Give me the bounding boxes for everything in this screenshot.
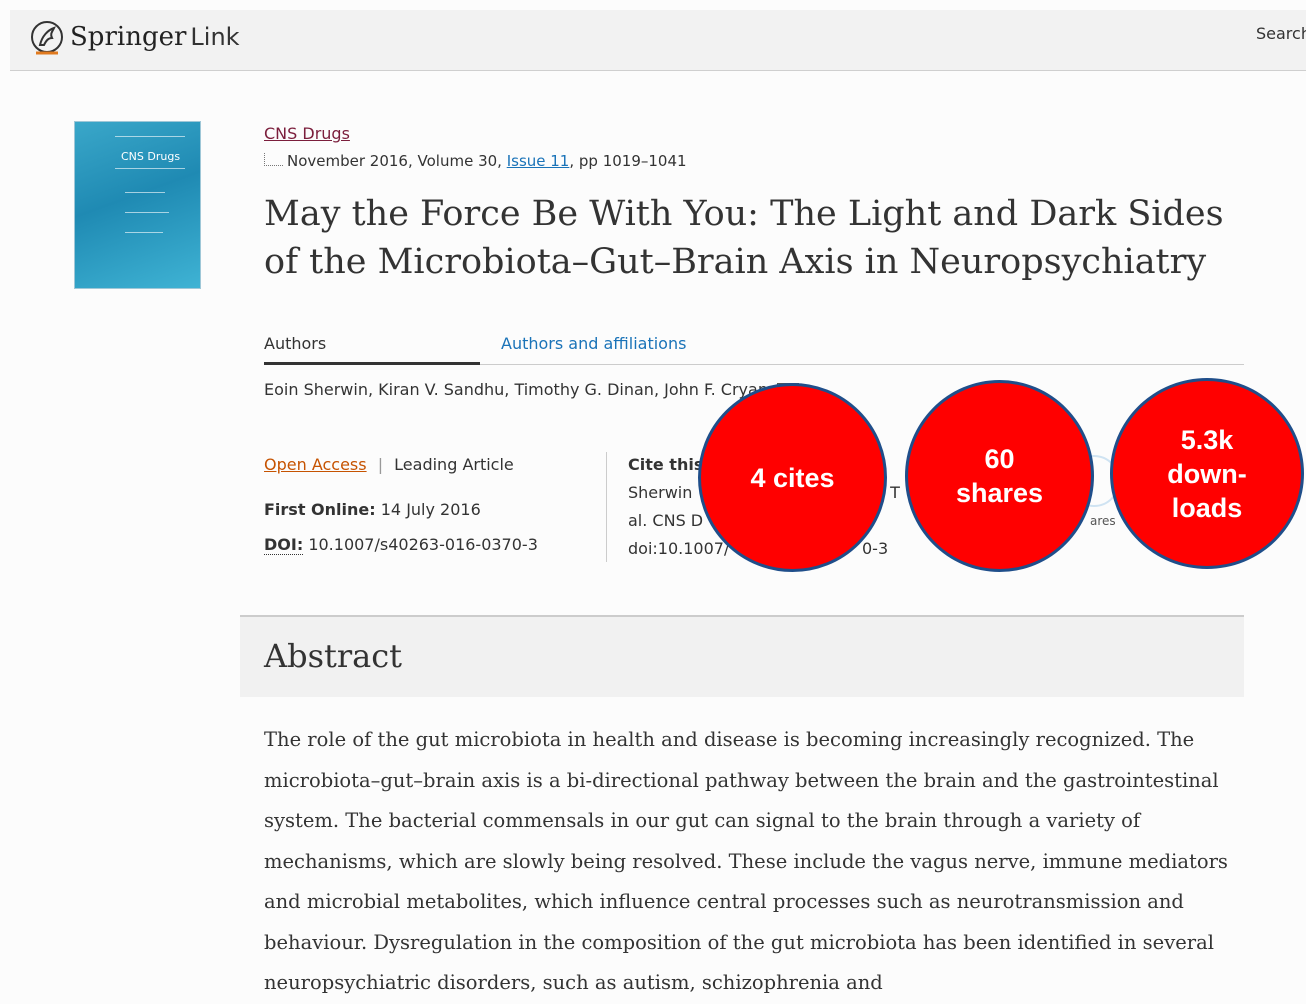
separator: | bbox=[377, 455, 384, 474]
abstract-heading: Abstract bbox=[264, 637, 403, 675]
cite-fragment-3: 0-3 bbox=[862, 539, 889, 558]
springer-horse-icon bbox=[31, 21, 63, 55]
abstract-text: The role of the gut microbiota in health… bbox=[264, 728, 1228, 994]
abstract-header: Abstract bbox=[240, 615, 1244, 697]
cites-badge-text: 4 cites bbox=[750, 462, 835, 493]
article-type: Leading Article bbox=[394, 455, 514, 474]
first-online: First Online: 14 July 2016 bbox=[264, 500, 481, 519]
vertical-divider bbox=[606, 452, 607, 562]
search-link[interactable]: Search bbox=[1256, 24, 1306, 43]
author-tabs: Authors Authors and affiliations bbox=[264, 334, 1244, 365]
open-access-link[interactable]: Open Access bbox=[264, 455, 367, 474]
doi-value: 10.1007/s40263-016-0370-3 bbox=[303, 535, 538, 554]
issue-suffix: , pp 1019–1041 bbox=[569, 152, 687, 170]
cite-this-heading[interactable]: Cite this bbox=[628, 455, 703, 474]
journal-name-link[interactable]: CNS Drugs bbox=[264, 124, 350, 143]
article-title: May the Force Be With You: The Light and… bbox=[264, 194, 1224, 282]
tab-authors-and-affiliations[interactable]: Authors and affiliations bbox=[501, 334, 686, 353]
cover-title: CNS Drugs bbox=[121, 150, 181, 163]
authors-list: Eoin Sherwin, Kiran V. Sandhu, Timothy G… bbox=[264, 380, 800, 399]
doi: DOI: 10.1007/s40263-016-0370-3 bbox=[264, 535, 538, 555]
downloads-badge: 5.3k down- loads bbox=[1110, 378, 1304, 569]
doi-label: DOI: bbox=[264, 535, 304, 555]
brand-springer: Springer bbox=[70, 22, 187, 52]
downloads-badge-text: 5.3k down- loads bbox=[1167, 424, 1247, 523]
springerlink-logo[interactable]: Springer Link bbox=[28, 18, 240, 56]
first-online-label: First Online: bbox=[264, 500, 376, 519]
tab-authors[interactable]: Authors bbox=[264, 334, 480, 365]
tree-branch-icon bbox=[264, 152, 283, 166]
issue-prefix: November 2016, Volume 30, bbox=[287, 152, 507, 170]
cites-badge: 4 cites bbox=[698, 383, 887, 572]
cite-line-1: Sherwin bbox=[628, 483, 693, 502]
authors-names: Eoin Sherwin, Kiran V. Sandhu, Timothy G… bbox=[264, 380, 768, 399]
issue-line: November 2016, Volume 30, Issue 11 , pp … bbox=[264, 152, 687, 170]
access-line: Open Access | Leading Article bbox=[264, 455, 514, 474]
shares-fragment: ares bbox=[1090, 514, 1116, 528]
cite-line-3: doi:10.1007/ bbox=[628, 539, 730, 558]
first-online-value: 14 July 2016 bbox=[375, 500, 481, 519]
issue-link[interactable]: Issue 11 bbox=[507, 152, 570, 170]
brand-link: Link bbox=[190, 23, 240, 51]
journal-cover-image[interactable]: CNS Drugs bbox=[74, 121, 201, 289]
shares-badge-text: 60 shares bbox=[955, 444, 1044, 508]
shares-badge: 60 shares bbox=[905, 380, 1094, 572]
top-bar: Springer Link Search bbox=[10, 10, 1306, 71]
cite-line-2: al. CNS D bbox=[628, 511, 704, 530]
